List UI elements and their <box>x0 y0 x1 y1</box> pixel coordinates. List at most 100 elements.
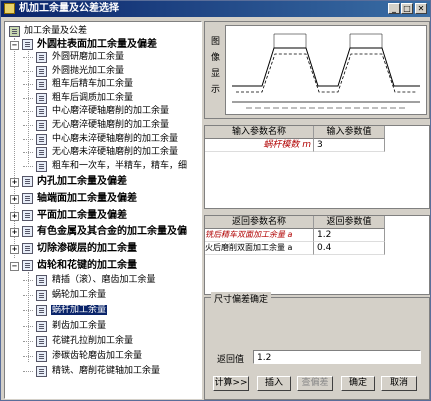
tolerance-group: 尺寸偏差确定 返回值 1.2 计算>> 插入 查偏差 确定 取消 <box>204 292 430 400</box>
document-icon <box>36 133 47 145</box>
tree-item[interactable]: 剃齿加工余量 <box>23 320 107 333</box>
tree-group-label: 齿轮和花键的加工余量 <box>37 260 137 271</box>
tree-item-label: 精铣、磨削花键轴加工余量 <box>52 366 161 377</box>
tree-item[interactable]: 渗碳齿轮磨齿加工余量 <box>23 350 143 363</box>
tree-group-label: 切除渗碳层的加工余量 <box>37 243 137 255</box>
app-icon <box>4 3 15 14</box>
worm-diagram <box>225 25 427 115</box>
expand-toggle[interactable]: + <box>10 178 19 187</box>
input-param-name: 蜗杆模数 m <box>205 139 314 152</box>
tree-group-label: 外圆柱表面加工余量及偏差 <box>37 39 157 50</box>
document-icon <box>36 147 47 159</box>
tree-group-label: 内孔加工余量及偏差 <box>37 176 127 187</box>
ok-button[interactable]: 确定 <box>341 376 375 391</box>
tree-item[interactable]: 精插（滚）、磨齿加工余量 <box>23 274 157 287</box>
expand-toggle[interactable]: + <box>10 245 19 255</box>
tree-item[interactable]: 粗车后调质加工余量 <box>23 92 134 105</box>
main-window: 机加工余量及公差选择 _ □ ✕ 加工余量及公差 − 外圆柱表面加工余量及偏差 … <box>0 0 431 401</box>
window-title: 机加工余量及公差选择 <box>19 3 119 14</box>
insert-button[interactable]: 插入 <box>257 376 291 391</box>
document-icon <box>36 305 47 317</box>
tree-item[interactable]: 外圆抛光加工余量 <box>23 65 125 78</box>
tree-group-collapsed[interactable]: + 平面加工余量及偏差 <box>9 209 127 222</box>
tree-item[interactable]: 花键孔拉削加工余量 <box>23 335 134 348</box>
collapse-toggle[interactable]: − <box>10 41 19 50</box>
document-icon <box>36 120 47 131</box>
document-icon <box>36 92 47 104</box>
tree-item-label: 外圆抛光加工余量 <box>52 65 125 76</box>
input-parameter-table: 输入参数名称 输入参数值 蜗杆模数 m 3 <box>204 125 430 209</box>
tree-item-label: 无心磨未淬硬轴磨削的加工余量 <box>52 147 179 158</box>
tree-item[interactable]: 粗车后精车加工余量 <box>23 78 134 91</box>
folder-icon <box>22 176 33 187</box>
image-display-label: 图像显示 <box>211 37 221 95</box>
document-icon <box>36 52 47 63</box>
tree-item[interactable]: 蜗轮加工余量 <box>23 289 107 302</box>
tree-item-label: 粗车后精车加工余量 <box>52 79 134 90</box>
tree-root[interactable]: 加工余量及公差 <box>9 25 87 38</box>
category-tree[interactable]: 加工余量及公差 − 外圆柱表面加工余量及偏差 外圆研磨加工余量 外圆抛光加工余量粗… <box>4 21 202 399</box>
return-parameter-table: 返回参数名称 返回参数值 铣后精车双面加工余量 a 1.2 火后磨削双面加工余量… <box>204 215 430 295</box>
folder-icon <box>22 39 33 50</box>
return-value-label: 返回值 <box>217 355 245 365</box>
return-param-value[interactable]: 1.2 <box>314 229 385 242</box>
tree-item[interactable]: 中心磨未淬硬轴磨削的加工余量 <box>23 133 179 146</box>
document-icon <box>36 351 47 362</box>
col-header-input-name: 输入参数名称 <box>205 126 314 139</box>
tree-group-gear-spline[interactable]: − 齿轮和花键的加工余量 <box>9 259 137 272</box>
tree-group-collapsed[interactable]: + 轴端面加工余量及偏差 <box>9 192 137 205</box>
folder-icon <box>22 243 33 255</box>
expand-toggle[interactable]: + <box>10 194 19 204</box>
worm-thread-drawing <box>232 33 420 109</box>
return-value-input[interactable]: 1.2 <box>253 350 421 364</box>
tree-group-outer-cylinder[interactable]: − 外圆柱表面加工余量及偏差 <box>9 38 157 51</box>
tree-item-label: 外圆研磨加工余量 <box>52 52 125 62</box>
calculate-button[interactable]: 计算>> <box>213 376 249 391</box>
expand-toggle[interactable]: + <box>10 211 19 221</box>
maximize-button[interactable]: □ <box>401 3 413 14</box>
document-icon <box>36 335 47 347</box>
return-param-value[interactable]: 0.4 <box>314 242 385 255</box>
document-icon <box>36 160 47 172</box>
tree-item-label: 剃齿加工余量 <box>52 320 107 331</box>
return-param-name: 火后磨削双面加工余量 a <box>205 242 314 255</box>
tree-group-collapsed[interactable]: + 切除渗碳层的加工余量 <box>9 242 137 255</box>
document-icon <box>36 366 47 378</box>
tree-root-label: 加工余量及公差 <box>24 26 88 36</box>
tree-item[interactable]: 外圆研磨加工余量 <box>23 51 125 64</box>
tree-item-selected[interactable]: 蜗杆加工余量 <box>23 304 108 317</box>
tree-item[interactable]: 粗车和一次车，半精车，精车，细 <box>23 160 188 173</box>
expand-toggle[interactable]: + <box>10 228 19 238</box>
document-icon <box>36 320 47 332</box>
tree-item[interactable]: 精铣、磨削花键轴加工余量 <box>23 365 161 378</box>
tree-group-collapsed[interactable]: + 有色金属及其合金的加工余量及偏 <box>9 225 187 238</box>
tree-item-label: 中心磨未淬硬轴磨削的加工余量 <box>52 133 179 144</box>
folder-icon <box>22 209 33 221</box>
collapse-toggle[interactable]: − <box>10 262 19 271</box>
tree-item-label: 无心磨淬硬轴磨削的加工余量 <box>52 120 170 130</box>
tree-group-label: 有色金属及其合金的加工余量及偏 <box>37 226 187 238</box>
tree-item[interactable]: 中心磨淬硬轴磨削的加工余量 <box>23 105 170 118</box>
query-tolerance-button[interactable]: 查偏差 <box>297 376 333 391</box>
return-param-name: 铣后精车双面加工余量 a <box>205 229 314 242</box>
tree-group-collapsed[interactable]: + 内孔加工余量及偏差 <box>9 175 127 188</box>
document-icon <box>36 106 47 118</box>
folder-icon <box>22 226 33 238</box>
title-bar[interactable]: 机加工余量及公差选择 _ □ ✕ <box>1 1 430 17</box>
tree-item-label: 花键孔拉削加工余量 <box>52 335 134 346</box>
close-button[interactable]: ✕ <box>415 3 427 14</box>
minimize-button[interactable]: _ <box>388 3 400 14</box>
folder-icon <box>22 192 33 204</box>
cancel-button[interactable]: 取消 <box>381 376 417 391</box>
tolerance-group-title: 尺寸偏差确定 <box>211 292 272 305</box>
col-header-return-name: 返回参数名称 <box>205 216 314 229</box>
tree-item[interactable]: 无心磨淬硬轴磨削的加工余量 <box>23 119 170 132</box>
tree-item-label: 渗碳齿轮磨齿加工余量 <box>52 351 143 361</box>
tree-group-label: 平面加工余量及偏差 <box>37 209 127 221</box>
document-icon <box>36 290 47 302</box>
input-param-value[interactable]: 3 <box>314 139 385 152</box>
col-header-input-value: 输入参数值 <box>314 126 385 139</box>
tree-item-label: 精插（滚）、磨齿加工余量 <box>52 275 156 285</box>
tree-item-label: 蜗杆加工余量 <box>51 305 108 316</box>
tree-item[interactable]: 无心磨未淬硬轴磨削的加工余量 <box>23 146 179 159</box>
